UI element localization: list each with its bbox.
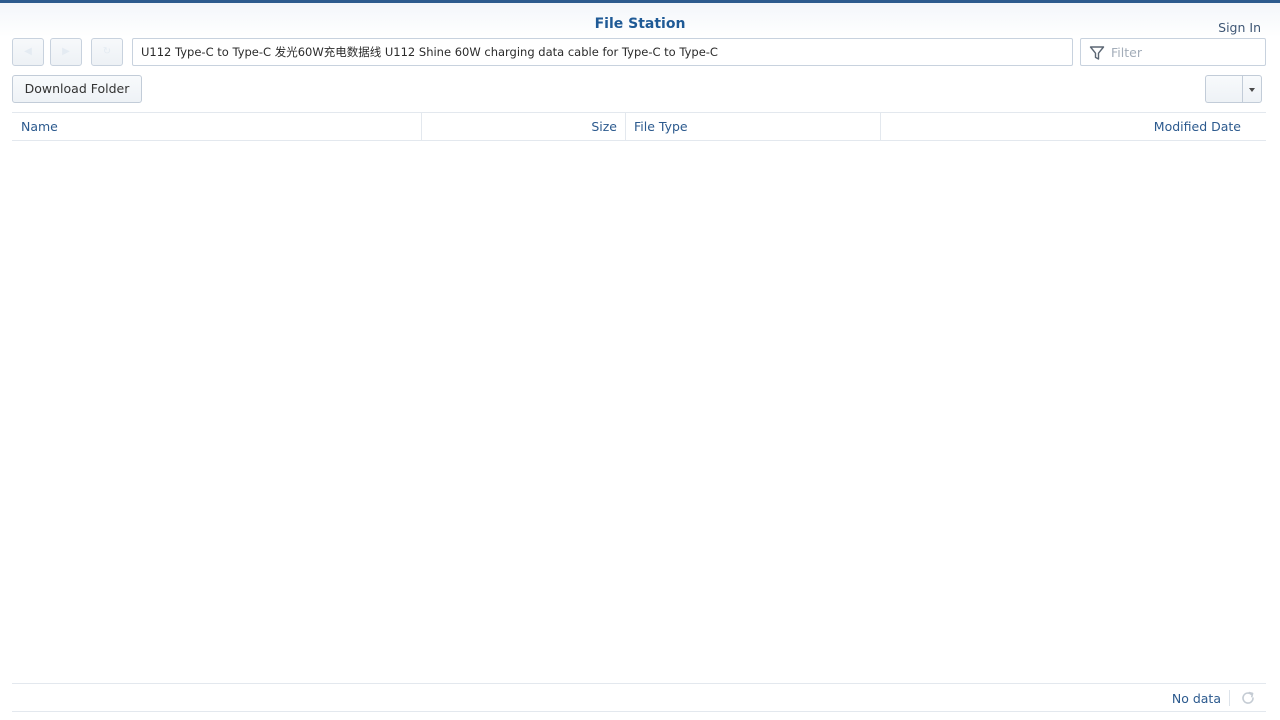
refresh-button[interactable]: ↻ (91, 38, 123, 66)
back-arrow-icon: ◀ (24, 46, 32, 57)
reload-icon[interactable] (1239, 689, 1257, 707)
download-folder-button[interactable]: Download Folder (12, 75, 142, 103)
column-header-file-type[interactable]: File Type (626, 113, 881, 140)
status-divider (1229, 690, 1230, 706)
view-mode-dropdown[interactable] (1242, 75, 1262, 103)
column-header-name[interactable]: Name (12, 113, 422, 140)
refresh-icon: ↻ (102, 46, 112, 57)
status-text: No data (1171, 691, 1221, 706)
file-list[interactable] (12, 141, 1266, 683)
sign-in-link[interactable]: Sign In (1218, 20, 1261, 35)
app-title: File Station (594, 16, 686, 32)
caret-down-icon (1249, 88, 1255, 92)
filter-input[interactable] (1111, 40, 1261, 64)
view-mode-button[interactable] (1205, 75, 1243, 103)
filter-funnel-icon (1089, 46, 1105, 60)
filter-field[interactable] (1080, 38, 1266, 66)
back-button[interactable]: ◀ (12, 38, 44, 66)
forward-arrow-icon: ▶ (62, 46, 70, 57)
file-station-window: File Station Sign In ◀ ▶ ↻ U112 Type-C t… (0, 0, 1280, 720)
file-list-header: Name Size File Type Modified Date (12, 112, 1266, 141)
column-header-modified-date[interactable]: Modified Date (881, 113, 1266, 140)
column-header-size[interactable]: Size (422, 113, 626, 140)
forward-button[interactable]: ▶ (50, 38, 82, 66)
status-bar: No data (12, 683, 1266, 712)
path-field[interactable]: U112 Type-C to Type-C 发光60W充电数据线 U112 Sh… (132, 38, 1073, 66)
